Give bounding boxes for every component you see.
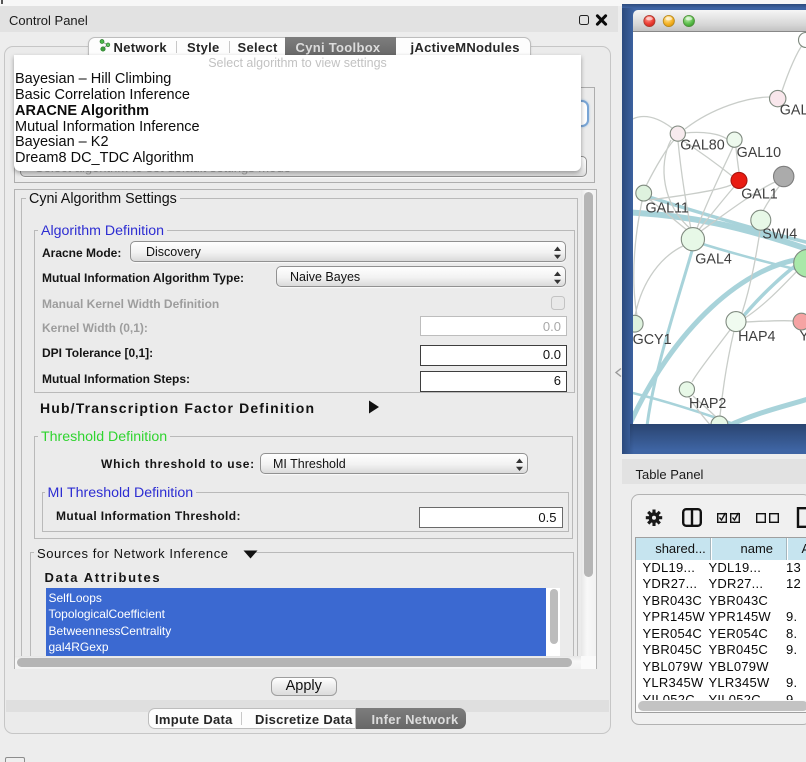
svg-text:SWI4: SWI4 — [762, 227, 797, 243]
svg-text:GAL80: GAL80 — [680, 137, 725, 153]
svg-text:GAL: GAL — [780, 103, 806, 119]
svg-text:Y: Y — [799, 328, 806, 344]
svg-text:GAL11: GAL11 — [646, 201, 689, 217]
svg-text:GCY1: GCY1 — [633, 332, 672, 348]
svg-text:HAP2: HAP2 — [689, 396, 726, 412]
svg-text:GAL4: GAL4 — [695, 251, 732, 267]
svg-text:GAL10: GAL10 — [737, 145, 782, 161]
svg-text:GAL1: GAL1 — [741, 187, 778, 203]
svg-text:HAP4: HAP4 — [738, 329, 775, 345]
